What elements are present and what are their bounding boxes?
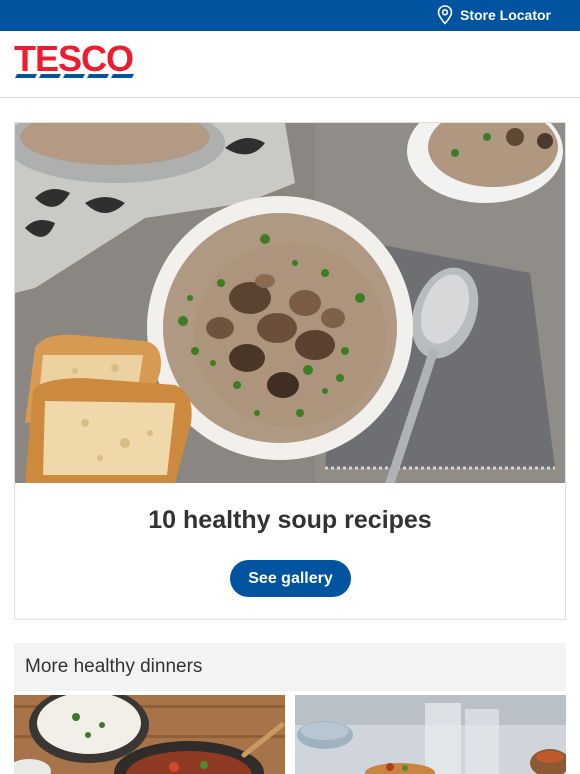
recipe-title: 10 healthy soup recipes (148, 506, 432, 534)
top-bar: Store Locator (0, 0, 580, 31)
see-gallery-button[interactable]: See gallery (230, 560, 351, 597)
thumbnail-image (14, 695, 285, 774)
thumbnail-image (295, 695, 566, 774)
hero-illustration (15, 123, 565, 483)
store-locator-link[interactable]: Store Locator (437, 5, 551, 25)
logo-stripes (15, 74, 134, 78)
section-title: More healthy dinners (25, 656, 203, 677)
featured-recipe-card: 10 healthy soup recipes See gallery (14, 122, 566, 620)
tesco-logo[interactable]: TESCO (14, 45, 136, 81)
dinner-thumbnail-rice-stew[interactable] (14, 695, 285, 774)
logo-wordmark: TESCO (14, 45, 133, 79)
soup-hero-image[interactable] (15, 123, 565, 483)
store-locator-label: Store Locator (459, 7, 551, 23)
location-pin-icon (437, 5, 453, 25)
more-dinners-header: More healthy dinners (14, 643, 566, 691)
dinner-thumbnail-tacos[interactable] (295, 695, 566, 774)
header: TESCO (0, 31, 580, 98)
